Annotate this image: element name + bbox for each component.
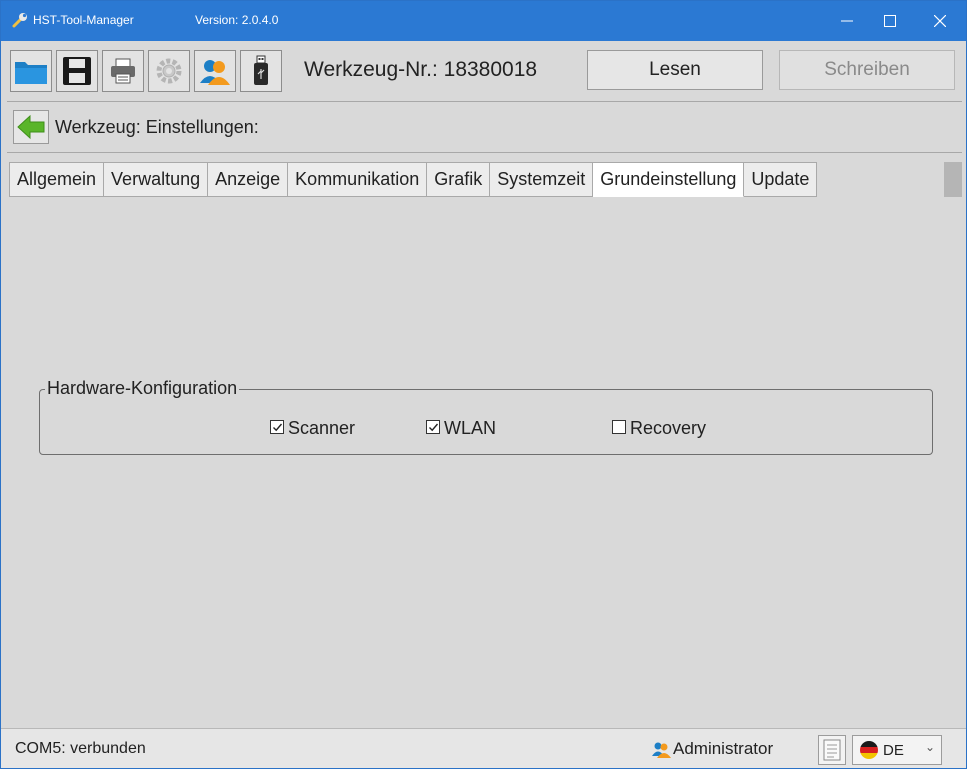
maximize-button[interactable] <box>869 1 911 41</box>
read-button[interactable]: Lesen <box>587 50 763 90</box>
recovery-check-box[interactable] <box>612 420 626 434</box>
settings-button[interactable] <box>148 50 190 92</box>
print-button[interactable] <box>102 50 144 92</box>
title-bar: HST-Tool-Manager Version: 2.0.4.0 <box>1 1 966 41</box>
tab-allgemein[interactable]: Allgemein <box>9 162 105 197</box>
folder-icon <box>15 62 47 84</box>
recovery-checkbox[interactable]: Recovery <box>612 415 706 439</box>
wlan-checkbox[interactable]: WLAN <box>426 415 496 439</box>
log-button[interactable] <box>818 735 846 765</box>
wlan-check-box[interactable] <box>426 420 440 434</box>
breadcrumb-separator <box>7 152 962 153</box>
close-icon <box>934 15 946 27</box>
wrench-icon <box>12 13 27 28</box>
save-icon <box>63 57 91 85</box>
recovery-label: Recovery <box>630 418 707 438</box>
write-button[interactable]: Schreiben <box>779 50 955 90</box>
scanner-label: Scanner <box>288 418 356 438</box>
tab-scroll-strip <box>944 162 962 197</box>
tab-anzeige[interactable]: Anzeige <box>208 162 289 197</box>
connection-status: COM5: verbunden <box>15 740 146 757</box>
user-icon <box>652 742 671 758</box>
tab-bar: Allgemein Verwaltung Anzeige Kommunikati… <box>9 162 818 197</box>
usb-stick-icon <box>254 55 268 85</box>
toolbar-separator <box>7 101 962 102</box>
save-button[interactable] <box>56 50 98 92</box>
checkmark-icon <box>428 423 438 431</box>
tab-kommunikation[interactable]: Kommunikation <box>288 162 428 197</box>
checkmark-icon <box>272 423 282 431</box>
back-button[interactable] <box>13 110 49 144</box>
user-button[interactable] <box>194 50 236 92</box>
minimize-button[interactable] <box>826 1 868 41</box>
scanner-check-box[interactable] <box>270 420 284 434</box>
tab-verwaltung[interactable]: Verwaltung <box>104 162 209 197</box>
app-window: HST-Tool-Manager Version: 2.0.4.0 Werkze… <box>0 0 967 769</box>
tab-update[interactable]: Update <box>744 162 818 197</box>
settings-gear-icon <box>156 58 182 84</box>
minimize-icon <box>841 20 853 22</box>
tab-grundeinstellung[interactable]: Grundeinstellung <box>593 162 745 197</box>
chevron-down-icon: ⌄ <box>924 740 935 754</box>
tool-number: Werkzeug-Nr.: 18380018 <box>304 58 538 81</box>
user-icon <box>200 60 230 85</box>
user-role: Administrator <box>673 739 774 758</box>
document-icon <box>823 739 841 761</box>
language-code: DE <box>883 741 904 759</box>
breadcrumb: Werkzeug: Einstellungen: <box>55 117 259 137</box>
hardware-group-title: Hardware-Konfiguration <box>45 378 240 399</box>
back-arrow-icon <box>17 114 45 140</box>
tab-systemzeit[interactable]: Systemzeit <box>490 162 594 197</box>
usb-button[interactable] <box>240 50 282 92</box>
germany-flag-icon <box>860 741 878 759</box>
tab-grafik[interactable]: Grafik <box>427 162 491 197</box>
language-select[interactable]: DE ⌄ <box>852 735 942 765</box>
printer-icon <box>111 58 135 84</box>
open-button[interactable] <box>10 50 52 92</box>
tab-content <box>9 197 962 727</box>
window-version: Version: 2.0.4.0 <box>195 13 279 27</box>
wlan-label: WLAN <box>444 418 497 438</box>
status-bar: COM5: verbunden Administrator DE ⌄ <box>1 728 966 768</box>
close-button[interactable] <box>919 1 961 41</box>
maximize-icon <box>884 15 896 27</box>
window-title: HST-Tool-Manager <box>33 13 134 27</box>
scanner-checkbox[interactable]: Scanner <box>270 415 355 439</box>
